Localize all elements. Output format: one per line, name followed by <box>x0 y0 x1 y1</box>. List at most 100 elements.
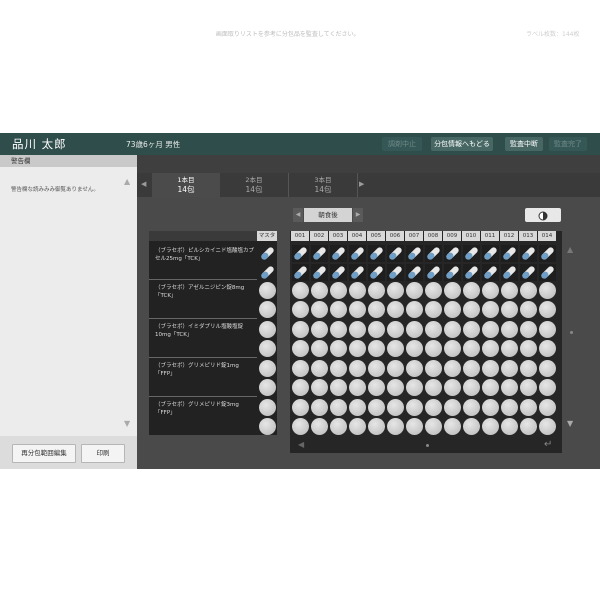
tablet-tile[interactable] <box>501 360 518 377</box>
capsule-tile[interactable] <box>292 245 309 262</box>
tablet-tile[interactable] <box>482 282 499 299</box>
audit-suspend-button[interactable]: 監査中断 <box>505 137 543 151</box>
tablet-tile[interactable] <box>463 321 480 338</box>
tablet-tile[interactable] <box>387 379 404 396</box>
tablet-tile[interactable] <box>311 399 328 416</box>
tablet-tile[interactable] <box>311 282 328 299</box>
capsule-tile[interactable] <box>501 264 518 281</box>
tablet-tile[interactable] <box>444 321 461 338</box>
back-to-pack-info-button[interactable]: 分包情報へもどる <box>431 137 493 151</box>
tablet-tile[interactable] <box>425 321 442 338</box>
capsule-tile[interactable] <box>292 264 309 281</box>
tablet-tile[interactable] <box>463 301 480 318</box>
audit-complete-button[interactable]: 監査完了 <box>549 137 587 151</box>
tablet-tile[interactable] <box>444 399 461 416</box>
capsule-tile[interactable] <box>463 264 480 281</box>
capsule-tile[interactable] <box>349 264 366 281</box>
tablet-tile[interactable] <box>501 399 518 416</box>
tablet-tile[interactable] <box>444 282 461 299</box>
tablet-tile[interactable] <box>311 321 328 338</box>
tablet-tile[interactable] <box>330 399 347 416</box>
return-icon[interactable]: ↵ <box>544 439 552 450</box>
tablet-tile[interactable] <box>539 418 556 435</box>
tablet-tile[interactable] <box>349 301 366 318</box>
capsule-tile[interactable] <box>539 264 556 281</box>
tablet-tile[interactable] <box>292 282 309 299</box>
grid-vertical-scroll[interactable]: ▲ ▼ <box>565 243 579 443</box>
grid-hscroll-thumb[interactable] <box>426 444 429 447</box>
tab-roll-1[interactable]: 1本目 14包 <box>152 173 220 199</box>
tablet-tile[interactable] <box>292 379 309 396</box>
tablet-tile[interactable] <box>368 418 385 435</box>
capsule-tile[interactable] <box>425 264 442 281</box>
tablet-tile[interactable] <box>406 321 423 338</box>
tablet-tile[interactable] <box>501 340 518 357</box>
tablet-tile[interactable] <box>501 301 518 318</box>
capsule-tile[interactable] <box>539 245 556 262</box>
tablet-tile[interactable] <box>368 379 385 396</box>
tablet-tile[interactable] <box>330 360 347 377</box>
tablet-tile[interactable] <box>539 379 556 396</box>
tablet-tile[interactable] <box>463 379 480 396</box>
tablet-tile[interactable] <box>406 301 423 318</box>
tablet-tile[interactable] <box>425 282 442 299</box>
tab-roll-2[interactable]: 2本目 14包 <box>220 173 289 197</box>
grid-scroll-left-icon[interactable]: ◀ <box>298 440 304 449</box>
tablet-tile[interactable] <box>444 360 461 377</box>
tablet-tile[interactable] <box>520 418 537 435</box>
tablet-tile[interactable] <box>292 360 309 377</box>
tablet-tile[interactable] <box>292 321 309 338</box>
tablet-tile[interactable] <box>463 282 480 299</box>
print-button[interactable]: 印刷 <box>81 444 125 463</box>
tablet-tile[interactable] <box>368 360 385 377</box>
tablet-tile[interactable] <box>520 379 537 396</box>
day-next-icon[interactable]: ▶ <box>353 208 363 222</box>
capsule-tile[interactable] <box>425 245 442 262</box>
tablet-tile[interactable] <box>482 301 499 318</box>
tablet-tile[interactable] <box>311 360 328 377</box>
scroll-down-icon[interactable]: ▼ <box>124 419 130 428</box>
tablet-tile[interactable] <box>292 301 309 318</box>
tablet-tile[interactable] <box>406 399 423 416</box>
stop-dispense-button[interactable]: 調剤中止 <box>382 137 422 151</box>
tablet-tile[interactable] <box>425 340 442 357</box>
tablet-tile[interactable] <box>349 282 366 299</box>
tablet-tile[interactable] <box>520 321 537 338</box>
capsule-tile[interactable] <box>520 245 537 262</box>
tablet-tile[interactable] <box>425 301 442 318</box>
tablet-tile[interactable] <box>482 418 499 435</box>
scroll-up-icon[interactable]: ▲ <box>124 177 130 186</box>
tablet-tile[interactable] <box>520 301 537 318</box>
tablet-tile[interactable] <box>311 340 328 357</box>
tablet-tile[interactable] <box>482 321 499 338</box>
tab-next-icon[interactable]: ▶ <box>359 180 364 188</box>
tablet-tile[interactable] <box>463 418 480 435</box>
tablet-tile[interactable] <box>349 399 366 416</box>
tablet-tile[interactable] <box>368 282 385 299</box>
tablet-tile[interactable] <box>387 301 404 318</box>
tablet-tile[interactable] <box>387 340 404 357</box>
tablet-tile[interactable] <box>387 399 404 416</box>
grid-scroll-down-icon[interactable]: ▼ <box>567 419 573 428</box>
tablet-tile[interactable] <box>292 340 309 357</box>
tablet-tile[interactable] <box>501 379 518 396</box>
tablet-tile[interactable] <box>311 418 328 435</box>
capsule-tile[interactable] <box>406 245 423 262</box>
capsule-tile[interactable] <box>501 245 518 262</box>
tablet-tile[interactable] <box>463 340 480 357</box>
grid-horizontal-scroll[interactable]: ◀ ↵ <box>290 439 562 453</box>
tab-prev-icon[interactable]: ◀ <box>141 180 146 188</box>
tablet-tile[interactable] <box>406 360 423 377</box>
grid-scroll-up-icon[interactable]: ▲ <box>567 245 573 254</box>
tablet-tile[interactable] <box>349 321 366 338</box>
repack-edit-button[interactable]: 再分包範囲編集 <box>12 444 76 463</box>
tablet-tile[interactable] <box>387 418 404 435</box>
capsule-tile[interactable] <box>311 264 328 281</box>
tablet-tile[interactable] <box>330 379 347 396</box>
tablet-tile[interactable] <box>387 321 404 338</box>
tablet-tile[interactable] <box>368 399 385 416</box>
tablet-tile[interactable] <box>482 340 499 357</box>
capsule-tile[interactable] <box>349 245 366 262</box>
tablet-tile[interactable] <box>482 379 499 396</box>
tablet-tile[interactable] <box>292 418 309 435</box>
